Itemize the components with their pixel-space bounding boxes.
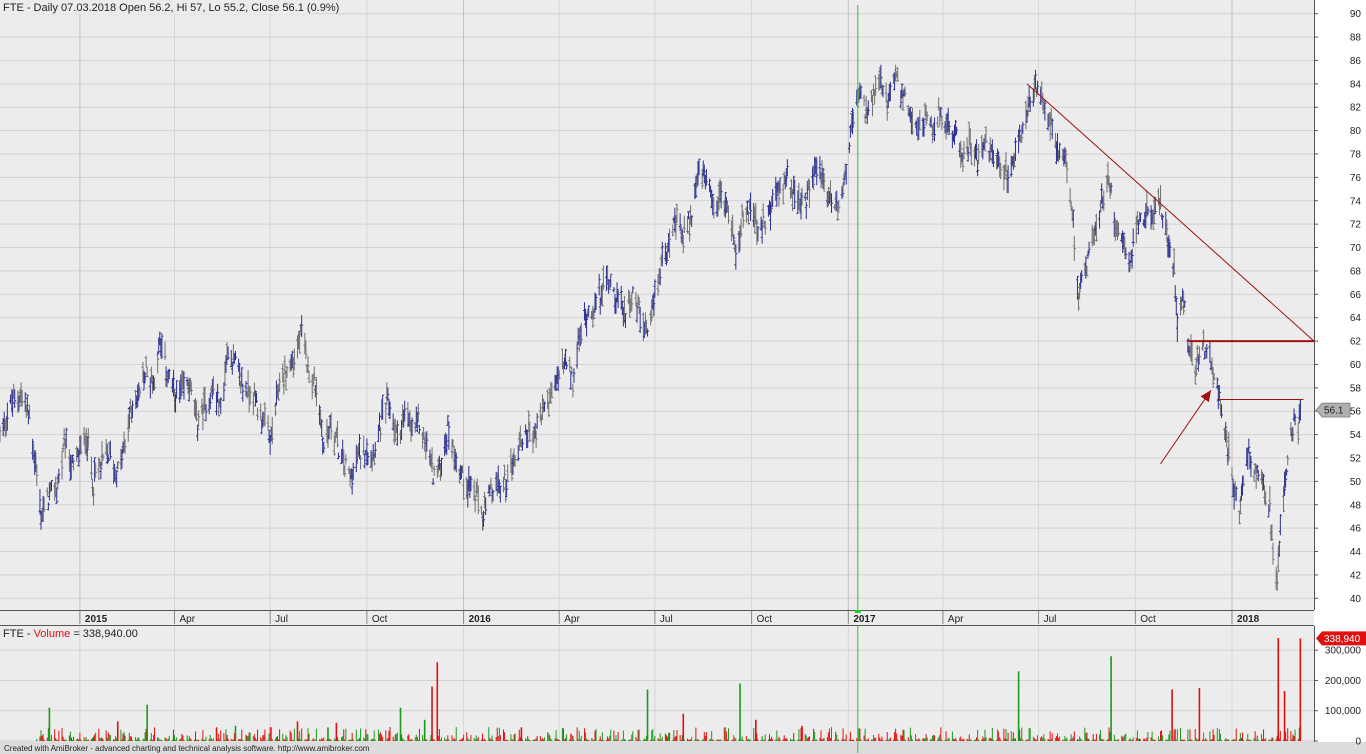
price-panel <box>0 0 1314 610</box>
y-tick-label: 48 <box>1350 500 1362 511</box>
y-tick-label: 44 <box>1350 547 1362 558</box>
x-tick-label: Oct <box>372 614 388 625</box>
y-tick-label: 62 <box>1350 337 1362 348</box>
chart-title: FTE - Daily 07.03.2018 Open 56.2, Hi 57,… <box>3 2 339 14</box>
volume-y-tick-label: 300,000 <box>1325 646 1362 657</box>
x-tick-label: Apr <box>948 614 964 625</box>
y-tick-label: 90 <box>1350 9 1362 20</box>
x-tick-label: Apr <box>564 614 580 625</box>
x-tick-label: 2015 <box>85 614 108 625</box>
y-tick-label: 58 <box>1350 383 1362 394</box>
y-tick-label: 88 <box>1350 33 1362 44</box>
y-tick-label: 56 <box>1350 407 1362 418</box>
volume-panel <box>0 626 1314 742</box>
x-tick-label: Jul <box>275 614 288 625</box>
x-tick-label: Apr <box>179 614 195 625</box>
footer-credit: Created with AmiBroker - advanced charti… <box>4 744 370 753</box>
x-tick-label: Oct <box>1140 614 1156 625</box>
x-tick-label: 2017 <box>853 614 876 625</box>
y-tick-label: 52 <box>1350 454 1362 465</box>
y-tick-label: 42 <box>1350 570 1362 581</box>
y-tick-label: 54 <box>1350 430 1362 441</box>
y-tick-label: 66 <box>1350 290 1362 301</box>
y-tick-label: 80 <box>1350 126 1362 137</box>
volume-y-tick-label: 100,000 <box>1325 706 1362 717</box>
y-tick-label: 82 <box>1350 103 1362 114</box>
x-tick-label: 2018 <box>1237 614 1260 625</box>
volume-value: = 338,940.00 <box>70 628 138 640</box>
volume-y-tick-label: 0 <box>1355 737 1361 748</box>
y-tick-label: 70 <box>1350 243 1362 254</box>
volume-label: Volume <box>34 628 71 640</box>
chart-canvas: 40 42 44 46 48 50 52 54 56 58 60 62 64 66 68 70 72 74 76 78… <box>0 0 1366 754</box>
y-tick-label: 60 <box>1350 360 1362 371</box>
y-tick-label: 50 <box>1350 477 1362 488</box>
x-tick-label: Jul <box>660 614 673 625</box>
last-volume-label: 338,940 <box>1324 634 1361 645</box>
y-tick-label: 72 <box>1350 220 1362 231</box>
y-tick-label: 78 <box>1350 150 1362 161</box>
last-price-label: 56.1 <box>1324 406 1344 417</box>
y-tick-label: 76 <box>1350 173 1362 184</box>
x-tick-label: 2016 <box>469 614 492 625</box>
y-tick-label: 86 <box>1350 56 1362 67</box>
x-tick-label: Jul <box>1044 614 1057 625</box>
y-tick-label: 84 <box>1350 79 1362 90</box>
y-tick-label: 46 <box>1350 524 1362 535</box>
y-tick-label: 68 <box>1350 266 1362 277</box>
volume-y-tick-label: 200,000 <box>1325 676 1362 687</box>
x-tick-label: Oct <box>757 614 773 625</box>
x-axis-band <box>0 611 1314 625</box>
volume-ticker: FTE - <box>3 628 34 640</box>
y-tick-label: 64 <box>1350 313 1362 324</box>
date-marker-tab <box>854 610 861 613</box>
amibroker-chart: 40 42 44 46 48 50 52 54 56 58 60 62 64 66 68 70 72 74 76 78… <box>0 0 1366 754</box>
y-tick-label: 40 <box>1350 594 1362 605</box>
y-tick-label: 74 <box>1350 196 1362 207</box>
volume-title: FTE - Volume = 338,940.00 <box>3 628 138 640</box>
